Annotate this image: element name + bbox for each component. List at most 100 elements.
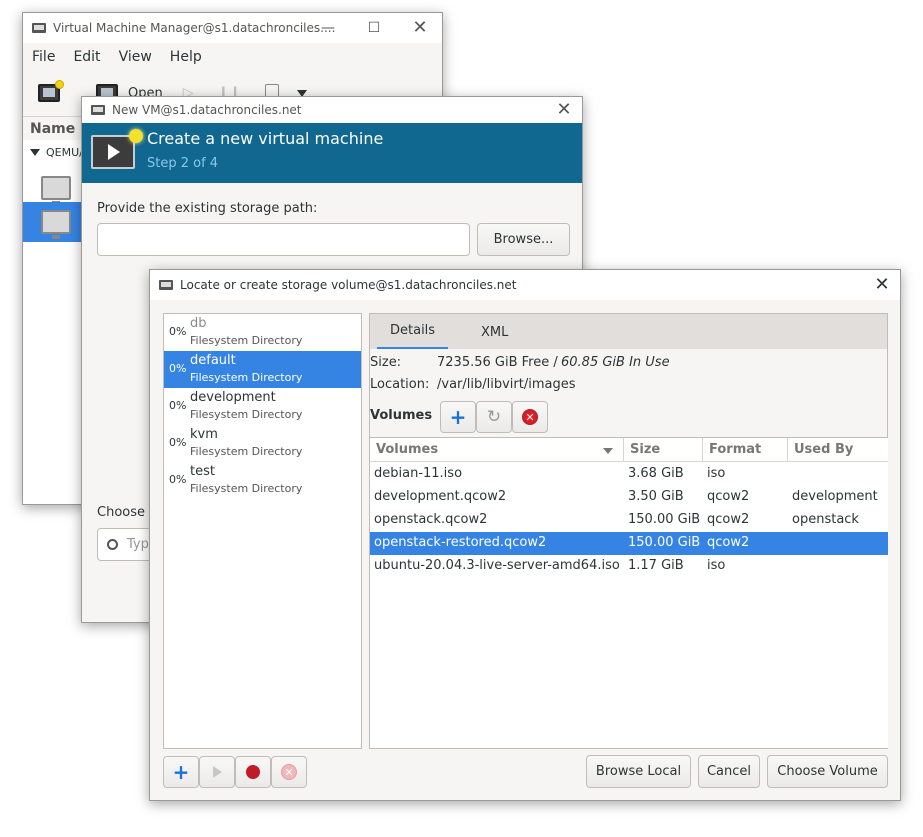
volume-size: 1.17 GiB (628, 558, 684, 573)
start-pool-button[interactable] (199, 756, 235, 788)
column-used-by[interactable]: Used By (788, 438, 888, 462)
vmm-menubar: File Edit View Help (23, 43, 442, 71)
browse-local-button[interactable]: Browse Local (586, 755, 691, 788)
menu-help[interactable]: Help (170, 49, 202, 65)
table-row-selected[interactable]: openstack-restored.qcow2 150.00 GiB qcow… (370, 532, 888, 555)
table-row[interactable]: development.qcow2 3.50 GiB qcow2 develop… (370, 486, 888, 509)
volume-format: iso (707, 466, 726, 481)
stop-pool-button[interactable] (235, 756, 271, 788)
locate-titlebar[interactable]: Locate or create storage volume@s1.datac… (150, 270, 900, 300)
volume-used-by: development (792, 489, 878, 504)
maximize-icon[interactable]: ☐ (351, 13, 397, 43)
volume-size: 3.68 GiB (628, 466, 684, 481)
volume-format: iso (707, 558, 726, 573)
search-placeholder: Typ (127, 537, 149, 552)
size-free: 7235.56 GiB Free / (437, 355, 558, 370)
delete-volume-button[interactable]: ✕ (512, 401, 548, 433)
vm-row-selected[interactable] (23, 202, 85, 242)
pool-name: development (190, 390, 276, 405)
pool-name: test (190, 464, 215, 479)
menu-edit[interactable]: Edit (73, 49, 100, 65)
column-volumes[interactable]: Volumes (370, 438, 624, 462)
pool-usage: 0% (169, 362, 187, 375)
cancel-button[interactable]: Cancel (698, 755, 760, 788)
menu-file[interactable]: File (32, 49, 55, 65)
pool-usage: 0% (169, 436, 187, 449)
os-search-input[interactable]: Typ (97, 528, 157, 561)
refresh-volumes-button[interactable]: ↻ (476, 401, 512, 433)
new-vm-button[interactable] (38, 80, 64, 102)
browse-button[interactable]: Browse... (477, 223, 570, 256)
banner-title: Create a new virtual machine (147, 129, 384, 148)
vmm-window-title: Virtual Machine Manager@s1.datachroncile… (53, 21, 336, 35)
volume-format: qcow2 (707, 535, 750, 550)
table-row[interactable]: openstack.qcow2 150.00 GiB qcow2 opensta… (370, 509, 888, 532)
new-vm-app-icon (91, 105, 105, 115)
detail-tabs: Details XML (369, 313, 888, 350)
volume-size: 3.50 GiB (628, 489, 684, 504)
size-used: 60.85 GiB In Use (561, 355, 670, 370)
delete-pool-button[interactable]: ✕ (271, 756, 307, 788)
locate-app-icon (159, 280, 173, 290)
location-label: Location: (370, 377, 430, 392)
volume-name: debian-11.iso (374, 466, 463, 481)
minimize-icon[interactable]: — (305, 13, 351, 43)
pool-item-kvm[interactable]: 0% kvm Filesystem Directory (164, 425, 361, 462)
volume-format: qcow2 (707, 512, 750, 527)
pool-type: Filesystem Directory (190, 445, 303, 458)
plus-icon: + (449, 405, 467, 429)
pool-usage: 0% (169, 473, 187, 486)
pool-usage: 0% (169, 325, 187, 338)
storage-path-input[interactable] (97, 223, 470, 256)
pool-item-default[interactable]: 0% default Filesystem Directory (164, 351, 361, 388)
table-row[interactable]: debian-11.iso 3.68 GiB iso (370, 463, 888, 486)
new-vm-window-title: New VM@s1.datachronciles.net (112, 103, 302, 117)
pool-item-development[interactable]: 0% development Filesystem Directory (164, 388, 361, 425)
table-row[interactable]: ubuntu-20.04.3-live-server-amd64.iso 1.1… (370, 555, 888, 578)
expander-icon[interactable] (30, 149, 40, 156)
stop-icon (246, 765, 260, 779)
delete-icon: ✕ (281, 764, 297, 780)
volume-used-by: openstack (792, 512, 859, 527)
new-vm-icon (38, 80, 64, 102)
delete-icon: ✕ (522, 409, 538, 425)
size-label: Size: (370, 355, 402, 370)
connection-row[interactable]: QEMU/ (30, 146, 83, 159)
menu-view[interactable]: View (119, 49, 152, 65)
close-icon[interactable]: ✕ (862, 270, 902, 300)
close-icon[interactable]: ✕ (397, 13, 443, 43)
column-format[interactable]: Format (703, 438, 788, 462)
column-size[interactable]: Size (624, 438, 703, 462)
wizard-banner: Create a new virtual machine Step 2 of 4 (82, 123, 582, 183)
choose-volume-button[interactable]: Choose Volume (767, 755, 888, 788)
vmm-app-icon (32, 23, 46, 33)
pool-name: default (190, 353, 236, 368)
volume-size: 150.00 GiB (628, 512, 701, 527)
volumes-label: Volumes (370, 408, 433, 423)
add-volume-button[interactable]: + (440, 401, 476, 433)
vm-monitor-icon (41, 176, 71, 205)
location-value: /var/lib/libvirt/images (437, 377, 576, 392)
pool-type: Filesystem Directory (190, 482, 303, 495)
tab-details[interactable]: Details (377, 314, 449, 350)
pool-list: 0% db Filesystem Directory 0% default Fi… (163, 313, 362, 749)
locate-window-title: Locate or create storage volume@s1.datac… (180, 278, 517, 292)
connection-label: QEMU/ (46, 146, 83, 159)
add-pool-button[interactable]: + (163, 756, 199, 788)
pool-type: Filesystem Directory (190, 371, 303, 384)
vmm-titlebar[interactable]: Virtual Machine Manager@s1.datachroncile… (23, 13, 442, 43)
pool-item-db[interactable]: 0% db Filesystem Directory (164, 314, 361, 351)
close-icon[interactable]: ✕ (544, 97, 584, 123)
pool-item-test[interactable]: 0% test Filesystem Directory (164, 462, 361, 499)
pool-usage: 0% (169, 399, 187, 412)
new-vm-titlebar[interactable]: New VM@s1.datachronciles.net ✕ (82, 97, 582, 123)
pool-name: kvm (190, 427, 218, 442)
volume-size: 150.00 GiB (628, 535, 701, 550)
volume-table: Volumes Size Format Used By debian-11.is… (370, 437, 888, 748)
pool-type: Filesystem Directory (190, 408, 303, 421)
choose-label: Choose (97, 505, 145, 520)
tab-xml[interactable]: XML (465, 314, 524, 350)
plus-icon: + (172, 760, 190, 784)
volume-name: ubuntu-20.04.3-live-server-amd64.iso (374, 558, 620, 573)
play-icon (212, 766, 222, 778)
